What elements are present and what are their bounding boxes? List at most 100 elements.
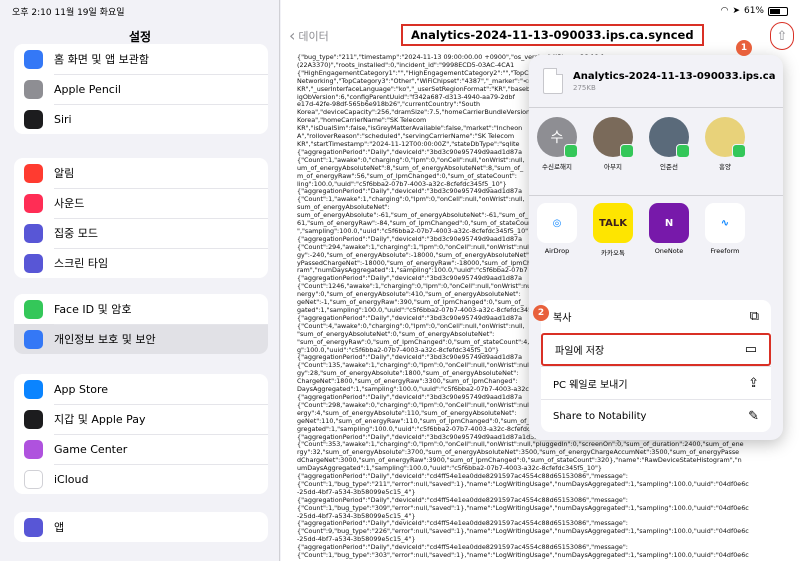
document-title: Analytics-2024-11-13-090033.ips.ca.synce… [401,24,704,46]
app-name: Freeform [710,247,740,255]
moon-icon [24,223,43,243]
sidebar-item[interactable]: Apple Pencil [14,74,268,104]
share-file-size: 275KB [573,83,596,92]
app-name: AirDrop [544,247,570,255]
sidebar-item[interactable]: 지갑 및 Apple Pay [14,404,268,434]
wifi-icon: ◠ [720,6,729,16]
divider [529,107,783,108]
sidebar-item-label: Face ID 및 암호 [54,303,132,316]
bell-icon [24,163,43,183]
status-time-date: 오후 2:10 11월 19일 화요일 [12,7,125,18]
share-file-name: Analytics-2024-11-13-090033.ips.ca [573,70,776,82]
home-screen-icon [24,49,43,69]
sidebar-item-label: iCloud [54,472,89,486]
avatar [593,117,634,158]
sidebar-item-label: 집중 모드 [54,227,98,240]
hand-icon [24,329,43,349]
sidebar-item[interactable]: Game Center [14,434,268,464]
send-to-pc-icon: ⇪ [748,375,759,391]
share-actions-list: 복사 ⧉ 파일에 저장 ▭ PC 웨일로 보내기 ⇪ Share to Notability… [541,300,771,432]
sidebar-item[interactable]: 사운드 [14,188,268,218]
sidebar-item[interactable]: 홈 화면 및 앱 보관함 [14,44,268,74]
back-label: 데이터 [298,30,329,43]
sidebar-item[interactable]: App Store [14,374,268,404]
apps-grid-icon [24,517,43,537]
message-badge-icon [676,144,690,158]
share-app[interactable]: ∿ Freeform [703,203,747,257]
share-action[interactable]: 파일에 저장 ▭ [541,333,771,366]
sidebar-item-label: Siri [54,112,72,126]
chevron-left-icon: ‹ [289,26,296,45]
avatar [649,117,690,158]
sidebar-title: 설정 [128,30,152,44]
folder-icon: ▭ [744,342,757,357]
share-action[interactable]: PC 웨일로 보내기 ⇪ [541,366,771,399]
settings-group: Face ID 및 암호개인정보 보호 및 보안 [14,294,268,354]
log-line: {"Count":1,"bug_type":"303","error":null… [297,551,749,559]
share-contact[interactable]: 아부지 [591,117,635,171]
message-badge-icon [564,144,578,158]
contact-name: 수신로해지 [542,163,572,171]
share-app[interactable]: TALK 카카오톡 [591,203,635,257]
share-contact[interactable]: 인준선 [647,117,691,171]
share-sheet-header: Analytics-2024-11-13-090033.ips.ca 275KB [529,55,783,107]
divider [529,195,783,196]
sidebar-item-label: 지갑 및 Apple Pay [54,413,146,426]
back-button[interactable]: ‹ 데이터 [289,28,329,44]
share-action[interactable]: Share to Notability ✎ [541,399,771,432]
settings-sidebar: 설정 홈 화면 및 앱 보관함 Apple Pencil Siri 알림사운드집중 모… [0,0,280,561]
settings-group: 알림사운드집중 모드스크린 타임 [14,158,268,278]
sidebar-item-label: 개인정보 보호 및 보안 [54,333,156,346]
settings-group: 홈 화면 및 앱 보관함 Apple Pencil Siri [14,44,268,134]
battery-icon [768,6,788,16]
sidebar-item-label: 사운드 [54,197,85,210]
face-id-icon [24,299,43,319]
sidebar-item-label: 앱 [54,521,65,534]
share-app[interactable]: ◎ AirDrop [535,203,579,257]
sidebar-item[interactable]: 알림 [14,158,268,188]
freeform-icon: ∿ [705,203,745,243]
app-name: 카카오톡 [601,249,625,257]
copy-icon: ⧉ [749,309,759,324]
sidebar-item-label: 스크린 타임 [54,257,109,270]
share-contact[interactable]: 흥양 [703,117,747,171]
settings-group: App Store 지갑 및 Apple Pay Game Center iCloud [14,374,268,494]
notability-icon: ✎ [748,408,759,424]
sidebar-item-label: Apple Pencil [54,82,121,96]
share-icon: ⇧ [776,28,788,44]
contact-name: 인준선 [660,163,678,171]
share-app[interactable]: N OneNote [647,203,691,257]
share-button[interactable]: ⇧ [770,22,794,50]
location-icon: ➤ [732,6,740,16]
contact-name: 흥양 [719,163,731,171]
avatar: 수 [537,117,578,158]
sidebar-item[interactable]: 스크린 타임 [14,248,268,278]
share-action-label: 파일에 저장 [555,346,605,357]
share-action[interactable]: 복사 ⧉ [541,300,771,333]
share-action-label: Share to Notability [553,410,647,422]
game-center-icon [24,439,43,459]
battery-percent: 61% [743,6,764,16]
share-action-label: PC 웨일로 보내기 [553,379,628,391]
siri-icon [24,109,43,129]
sidebar-item[interactable]: 개인정보 보호 및 보안 [14,324,268,354]
sidebar-item[interactable]: 집중 모드 [14,218,268,248]
step-badge-1: 1 [736,40,752,56]
share-people-row: 수수신로해지 아부지인준선 흥양 [535,117,747,171]
avatar [705,117,746,158]
app-name: OneNote [654,247,684,255]
sidebar-item-label: 홈 화면 및 앱 보관함 [54,53,149,66]
sidebar-item-label: App Store [54,382,109,396]
kakaotalk-icon: TALK [593,203,633,243]
sidebar-item[interactable]: Siri [14,104,268,134]
step-badge-2: 2 [533,305,549,321]
hourglass-icon [24,253,43,273]
settings-group: 앱 [14,512,268,542]
airdrop-icon: ◎ [537,203,577,243]
sidebar-item[interactable]: 앱 [14,512,268,542]
share-contact[interactable]: 수수신로해지 [535,117,579,171]
sidebar-item[interactable]: iCloud [14,464,268,494]
speaker-icon [24,193,43,213]
sidebar-item[interactable]: Face ID 및 암호 [14,294,268,324]
sidebar-item-label: 알림 [54,167,75,180]
